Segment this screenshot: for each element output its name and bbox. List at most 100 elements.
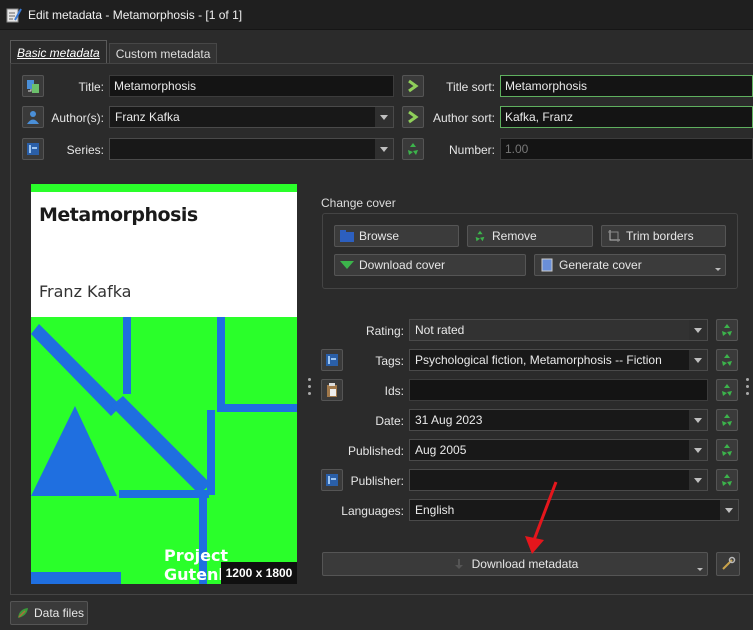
- recycle-icon: [722, 384, 732, 396]
- cover-image[interactable]: Metamorphosis Franz Kafka Project Gutenb…: [31, 184, 297, 584]
- authors-label: Author(s):: [51, 111, 104, 125]
- ids-label: Ids:: [384, 384, 404, 398]
- tab-basic-metadata[interactable]: Basic metadata: [10, 40, 107, 64]
- swap-title-author-button[interactable]: [22, 75, 44, 97]
- published-label: Published:: [347, 444, 404, 458]
- remove-cover-button[interactable]: Remove: [467, 225, 593, 247]
- rating-combobox[interactable]: Not rated: [409, 319, 708, 341]
- manage-tags-button[interactable]: [321, 349, 343, 371]
- date-field[interactable]: 31 Aug 2023: [409, 409, 708, 431]
- tags-combobox[interactable]: Psychological fiction, Metamorphosis -- …: [409, 349, 708, 371]
- chevron-down-icon[interactable]: [689, 350, 707, 370]
- clear-tags-button[interactable]: [716, 349, 738, 371]
- languages-combobox[interactable]: English: [409, 499, 739, 521]
- data-files-button[interactable]: Data files: [10, 601, 88, 625]
- remove-label: Remove: [492, 229, 537, 243]
- trim-borders-label: Trim borders: [626, 229, 694, 243]
- recycle-icon: [408, 143, 418, 155]
- clear-published-button[interactable]: [716, 439, 738, 461]
- tags-value: Psychological fiction, Metamorphosis -- …: [415, 353, 662, 367]
- cover-size-badge: 1200 x 1800: [221, 562, 297, 584]
- manage-series-button[interactable]: [22, 138, 44, 160]
- recycle-icon: [472, 229, 488, 243]
- clear-date-button[interactable]: [716, 409, 738, 431]
- manage-authors-button[interactable]: [22, 106, 44, 128]
- configure-download-button[interactable]: [716, 552, 740, 576]
- download-cover-label: Download cover: [359, 258, 446, 272]
- author-sort-label: Author sort:: [432, 111, 495, 125]
- chevron-down-icon[interactable]: [689, 470, 707, 490]
- copy-title-to-sort-button[interactable]: [402, 75, 424, 97]
- cover-book-author: Franz Kafka: [39, 282, 132, 301]
- download-metadata-button[interactable]: Download metadata: [322, 552, 708, 576]
- number-label: Number:: [448, 143, 495, 157]
- window-titlebar: Edit metadata - Metamorphosis - [1 of 1]: [0, 0, 753, 30]
- title-field[interactable]: Metamorphosis: [109, 75, 394, 97]
- languages-value: English: [415, 503, 455, 517]
- chevron-down-icon[interactable]: [375, 139, 393, 159]
- clear-ids-button[interactable]: [716, 379, 738, 401]
- download-cover-button[interactable]: Download cover: [334, 254, 526, 276]
- rating-value: Not rated: [415, 323, 465, 337]
- arrow-right-icon: [408, 110, 419, 124]
- chevron-down-icon[interactable]: [689, 320, 707, 340]
- clear-series-button[interactable]: [402, 138, 424, 160]
- authors-combobox[interactable]: Franz Kafka: [109, 106, 394, 128]
- menu-arrow-icon[interactable]: [697, 568, 703, 571]
- splitter-handle-left[interactable]: [308, 378, 312, 398]
- tab-custom-metadata[interactable]: Custom metadata: [108, 43, 218, 64]
- chevron-down-icon[interactable]: [689, 410, 707, 430]
- title-sort-field[interactable]: Metamorphosis: [500, 75, 753, 97]
- authors-value: Franz Kafka: [115, 110, 180, 124]
- download-arrow-icon: [339, 258, 355, 272]
- copy-author-to-sort-button[interactable]: [402, 106, 424, 128]
- trim-borders-button[interactable]: Trim borders: [601, 225, 726, 247]
- paste-isbn-button[interactable]: [321, 379, 343, 401]
- series-icon: [27, 143, 39, 155]
- annotation-arrow-icon: [525, 481, 558, 554]
- generate-cover-button[interactable]: Generate cover: [534, 254, 726, 276]
- rating-label: Rating:: [365, 324, 404, 338]
- series-number-field[interactable]: 1.00: [500, 138, 753, 160]
- tags-icon: [326, 354, 338, 366]
- published-value: Aug 2005: [415, 443, 467, 457]
- menu-arrow-icon[interactable]: [715, 268, 721, 271]
- recycle-icon: [722, 474, 732, 486]
- author-sort-field[interactable]: Kafka, Franz: [500, 106, 753, 128]
- languages-label: Languages:: [341, 504, 404, 518]
- series-label: Series:: [66, 143, 104, 157]
- generate-cover-label: Generate cover: [559, 258, 642, 272]
- title-sort-label: Title sort:: [446, 80, 495, 94]
- recycle-icon: [722, 414, 732, 426]
- download-metadata-label: Download metadata: [471, 557, 579, 571]
- chevron-down-icon[interactable]: [689, 440, 707, 460]
- clear-publisher-button[interactable]: [716, 469, 738, 491]
- recycle-icon: [722, 324, 732, 336]
- generate-cover-icon: [539, 258, 555, 272]
- published-field[interactable]: Aug 2005: [409, 439, 708, 461]
- recycle-icon: [722, 354, 732, 366]
- series-combobox[interactable]: [109, 138, 394, 160]
- splitter-handle-right[interactable]: [746, 378, 750, 398]
- edit-metadata-icon: [6, 7, 22, 23]
- title-label: Title:: [78, 80, 104, 94]
- folder-icon: [339, 229, 355, 243]
- clear-rating-button[interactable]: [716, 319, 738, 341]
- swap-icon: [27, 80, 39, 93]
- publisher-label: Publisher:: [350, 474, 404, 488]
- download-icon: [454, 559, 463, 569]
- cover-book-title: Metamorphosis: [39, 204, 198, 226]
- recycle-icon: [722, 444, 732, 456]
- data-files-icon: [18, 608, 28, 618]
- arrow-right-icon: [408, 79, 419, 93]
- chevron-down-icon[interactable]: [720, 500, 738, 520]
- data-files-label: Data files: [34, 606, 85, 620]
- trim-icon: [606, 229, 622, 243]
- browse-cover-button[interactable]: Browse: [334, 225, 459, 247]
- clipboard-icon: [327, 383, 337, 397]
- wrench-icon: [722, 556, 736, 570]
- chevron-down-icon[interactable]: [375, 107, 393, 127]
- tab-bar: Basic metadata Custom metadata: [10, 40, 219, 64]
- tags-label: Tags:: [375, 354, 404, 368]
- ids-field[interactable]: [409, 379, 708, 401]
